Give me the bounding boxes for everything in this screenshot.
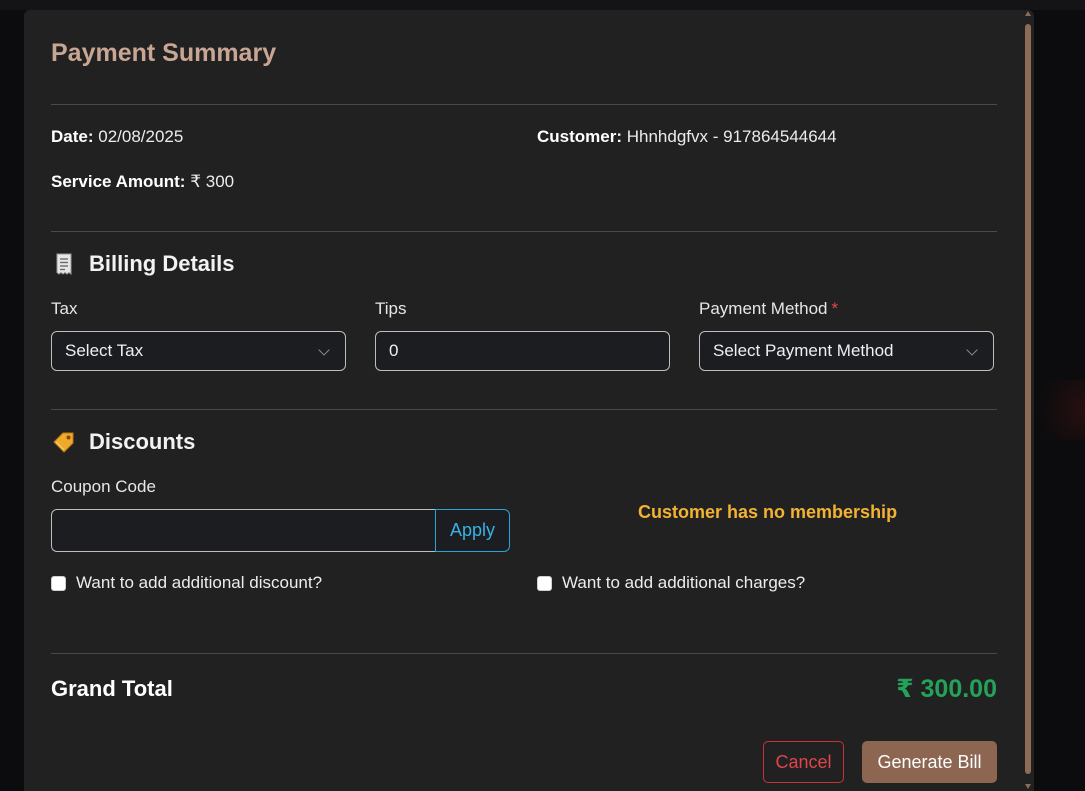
coupon-code-label: Coupon Code xyxy=(51,477,156,496)
divider-billing xyxy=(51,231,997,232)
receipt-icon xyxy=(51,251,77,277)
customer-info: Customer: Hhnhdgfvx - 917864544644 xyxy=(537,127,837,147)
scroll-up-icon[interactable] xyxy=(1025,11,1031,16)
required-asterisk: * xyxy=(831,299,839,318)
tips-input[interactable]: 0 xyxy=(375,331,670,371)
date-info: Date: 02/08/2025 xyxy=(51,127,183,147)
service-amount-label: Service Amount: xyxy=(51,172,186,191)
date-label: Date: xyxy=(51,127,94,146)
payment-summary-modal: Payment Summary Date: 02/08/2025 Custome… xyxy=(24,10,1034,791)
discounts-heading-text: Discounts xyxy=(89,429,196,454)
additional-discount-option[interactable]: Want to add additional discount? xyxy=(51,573,322,593)
tax-select[interactable]: Select Tax xyxy=(51,331,346,371)
tips-label: Tips xyxy=(375,299,407,318)
customer-value: Hhnhdgfvx - 917864544644 xyxy=(626,127,837,146)
divider-total xyxy=(51,653,997,654)
membership-status-note: Customer has no membership xyxy=(638,502,898,522)
service-amount-info: Service Amount: ₹ 300 xyxy=(51,172,234,192)
scrollbar-thumb[interactable] xyxy=(1025,24,1031,774)
additional-charges-option[interactable]: Want to add additional charges? xyxy=(537,573,805,593)
scroll-down-icon[interactable] xyxy=(1025,784,1031,789)
additional-discount-checkbox[interactable] xyxy=(51,575,66,591)
additional-charges-checkbox[interactable] xyxy=(537,575,552,591)
payment-method-label-text: Payment Method xyxy=(699,299,828,318)
additional-discount-label: Want to add additional discount? xyxy=(76,573,323,592)
grand-total-label: Grand Total xyxy=(51,676,173,701)
payment-method-select[interactable]: Select Payment Method xyxy=(699,331,994,371)
backdrop-glow xyxy=(1025,380,1085,440)
cancel-button[interactable]: Cancel xyxy=(763,741,844,783)
customer-label: Customer: xyxy=(537,127,623,146)
tax-select-value: Select Tax xyxy=(65,341,144,360)
coupon-code-input[interactable] xyxy=(51,509,437,552)
modal-scrollbar[interactable] xyxy=(1024,10,1033,791)
apply-coupon-button[interactable]: Apply xyxy=(435,509,510,552)
generate-bill-button[interactable]: Generate Bill xyxy=(862,741,997,783)
billing-heading: Billing Details xyxy=(51,251,234,277)
tax-label: Tax xyxy=(51,299,78,318)
additional-charges-label: Want to add additional charges? xyxy=(562,573,806,592)
tag-icon xyxy=(51,429,77,455)
billing-heading-text: Billing Details xyxy=(89,251,235,276)
divider-header xyxy=(51,104,997,105)
page-backdrop xyxy=(0,0,1085,10)
service-amount-value: ₹ 300 xyxy=(190,172,235,191)
date-value: 02/08/2025 xyxy=(98,127,184,146)
modal-title: Payment Summary xyxy=(51,39,277,67)
discounts-heading: Discounts xyxy=(51,429,195,455)
chevron-down-icon xyxy=(966,344,978,356)
grand-total-value: ₹ 300.00 xyxy=(896,675,997,703)
divider-discounts xyxy=(51,409,997,410)
payment-method-label: Payment Method * xyxy=(699,299,838,319)
chevron-down-icon xyxy=(318,344,330,356)
tips-input-value: 0 xyxy=(389,341,399,360)
payment-method-select-value: Select Payment Method xyxy=(713,341,894,360)
